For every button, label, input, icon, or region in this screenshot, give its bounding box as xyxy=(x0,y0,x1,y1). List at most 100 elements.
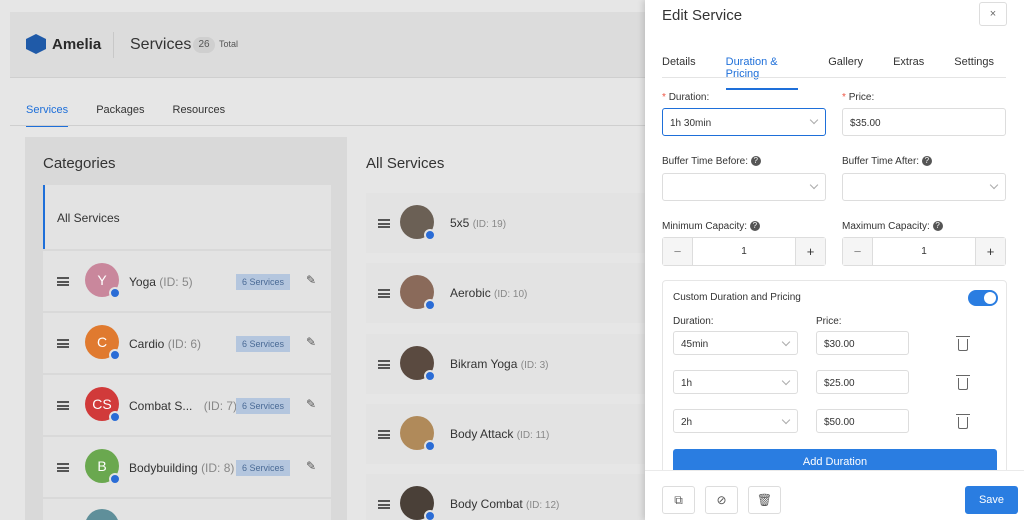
logo: Amelia xyxy=(26,34,101,54)
drag-handle-icon[interactable] xyxy=(57,463,69,472)
duration-select[interactable]: 1h 30min xyxy=(662,108,826,136)
color-dot-icon xyxy=(424,510,436,520)
category-row[interactable]: Y Yoga (ID: 5) 6 Services ✎ xyxy=(43,251,331,311)
drag-handle-icon[interactable] xyxy=(57,401,69,410)
service-row[interactable]: Body Attack (ID: 11) xyxy=(366,404,656,464)
service-row[interactable]: Aerobic (ID: 10) xyxy=(366,263,656,323)
price-value: $35.00 xyxy=(850,118,881,129)
drawer-title: Edit Service xyxy=(662,7,743,24)
help-icon[interactable]: ? xyxy=(921,156,932,167)
color-dot-icon xyxy=(109,349,121,361)
service-id: (ID: 3) xyxy=(520,360,549,371)
services-count-badge: 6 Services xyxy=(236,336,290,352)
drag-handle-icon[interactable] xyxy=(378,219,390,228)
drag-handle-icon[interactable] xyxy=(378,500,390,509)
service-thumbnail xyxy=(400,416,436,452)
color-dot-icon xyxy=(109,287,121,299)
edit-pencil-icon[interactable]: ✎ xyxy=(306,459,316,473)
main-tabs: Services Packages Resources xyxy=(26,104,225,127)
max-capacity-value[interactable]: 1 xyxy=(873,246,975,257)
category-id: (ID: 5) xyxy=(159,275,193,289)
tab-details[interactable]: Details xyxy=(662,56,696,90)
drag-handle-icon[interactable] xyxy=(378,360,390,369)
tab-settings[interactable]: Settings xyxy=(954,56,994,90)
services-count-badge: 6 Services xyxy=(236,460,290,476)
tab-packages[interactable]: Packages xyxy=(96,104,144,127)
color-dot-icon xyxy=(424,440,436,452)
custom-duration-select[interactable]: 2h xyxy=(673,409,798,433)
trash-icon[interactable] xyxy=(956,375,970,390)
custom-price-input[interactable]: $50.00 xyxy=(816,409,909,433)
custom-price-input[interactable]: $30.00 xyxy=(816,331,909,355)
required-mark: * xyxy=(842,92,846,103)
help-icon[interactable]: ? xyxy=(749,221,760,232)
category-all-services[interactable]: All Services xyxy=(43,185,331,249)
avatar xyxy=(85,509,119,520)
tab-gallery[interactable]: Gallery xyxy=(828,56,863,90)
decrement-button[interactable]: − xyxy=(843,238,873,265)
min-capacity-label-text: Minimum Capacity: xyxy=(662,221,748,232)
tab-duration-pricing[interactable]: Duration & Pricing xyxy=(725,56,799,90)
tab-extras[interactable]: Extras xyxy=(893,56,924,90)
delete-trash-icon[interactable]: 🗑 xyxy=(748,486,781,514)
chevron-down-icon xyxy=(781,415,791,425)
trash-icon[interactable] xyxy=(956,414,970,429)
drag-handle-icon[interactable] xyxy=(57,339,69,348)
drawer-tabs: Details Duration & Pricing Gallery Extra… xyxy=(662,56,1024,90)
category-name-text: Yoga xyxy=(129,275,156,289)
close-button[interactable]: × xyxy=(979,2,1007,26)
trash-icon[interactable] xyxy=(956,336,970,351)
min-capacity-value[interactable]: 1 xyxy=(693,246,795,257)
avatar-initial: CS xyxy=(92,396,112,412)
avatar-initial: Y xyxy=(97,272,107,288)
decrement-button[interactable]: − xyxy=(663,238,693,265)
service-id: (ID: 11) xyxy=(516,430,550,441)
drag-handle-icon[interactable] xyxy=(378,289,390,298)
max-capacity-label: Maximum Capacity: ? xyxy=(842,221,943,232)
custom-price-input[interactable]: $25.00 xyxy=(816,370,909,394)
category-row[interactable] xyxy=(43,499,331,520)
service-name: Aerobic (ID: 10) xyxy=(450,286,527,300)
category-row[interactable]: B Bodybuilding (ID: 8) 6 Services ✎ xyxy=(43,437,331,497)
category-row[interactable]: CS Combat S... (ID: 7) 6 Services ✎ xyxy=(43,375,331,435)
price-label: * Price: xyxy=(842,92,874,103)
price-input[interactable]: $35.00 xyxy=(842,108,1006,136)
edit-service-drawer: Edit Service × Details Duration & Pricin… xyxy=(645,0,1024,520)
buffer-after-label: Buffer Time After: ? xyxy=(842,156,932,167)
drag-handle-icon[interactable] xyxy=(57,277,69,286)
buffer-after-select[interactable] xyxy=(842,173,1006,201)
logo-text: Amelia xyxy=(52,35,102,53)
help-icon[interactable]: ? xyxy=(932,221,943,232)
required-mark: * xyxy=(662,92,666,103)
custom-duration-select[interactable]: 45min xyxy=(673,331,798,355)
chevron-down-icon xyxy=(809,115,819,125)
buffer-after-label-text: Buffer Time After: xyxy=(842,156,920,167)
tab-resources[interactable]: Resources xyxy=(173,104,226,127)
custom-duration-select[interactable]: 1h xyxy=(673,370,798,394)
min-capacity-stepper: − 1 + xyxy=(662,237,826,266)
save-button[interactable]: Save xyxy=(965,486,1018,514)
custom-price-value: $30.00 xyxy=(824,339,855,350)
service-row[interactable]: Bikram Yoga (ID: 3) xyxy=(366,334,656,394)
edit-pencil-icon[interactable]: ✎ xyxy=(306,335,316,349)
duplicate-icon[interactable]: ⧉ xyxy=(662,486,695,514)
edit-pencil-icon[interactable]: ✎ xyxy=(306,273,316,287)
hide-eye-icon[interactable]: ⊘ xyxy=(705,486,738,514)
custom-duration-toggle[interactable] xyxy=(968,290,998,306)
increment-button[interactable]: + xyxy=(975,238,1005,265)
service-row[interactable]: Body Combat (ID: 12) xyxy=(366,474,656,520)
drag-handle-icon[interactable] xyxy=(378,430,390,439)
service-thumbnail xyxy=(400,486,436,520)
edit-pencil-icon[interactable]: ✎ xyxy=(306,397,316,411)
count-total-label: Total xyxy=(219,39,239,49)
increment-button[interactable]: + xyxy=(795,238,825,265)
buffer-before-select[interactable] xyxy=(662,173,826,201)
service-row[interactable]: 5x5 (ID: 19) xyxy=(366,193,656,253)
services-count-badge: 6 Services xyxy=(236,398,290,414)
tab-services[interactable]: Services xyxy=(26,104,69,127)
color-dot-icon xyxy=(424,229,436,241)
category-row[interactable]: C Cardio (ID: 6) 6 Services ✎ xyxy=(43,313,331,373)
duration-label: * Duration: xyxy=(662,92,709,103)
help-icon[interactable]: ? xyxy=(750,156,761,167)
category-id: (ID: 6) xyxy=(167,337,202,351)
